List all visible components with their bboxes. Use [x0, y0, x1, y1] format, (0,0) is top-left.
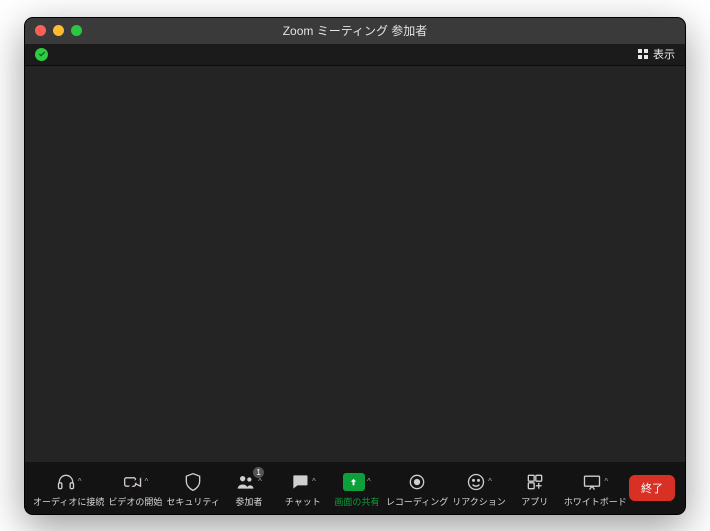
chat-label: チャット — [285, 498, 321, 507]
end-meeting-button[interactable]: 終了 — [629, 475, 675, 501]
reactions-button[interactable]: ^ リアクション — [450, 466, 508, 509]
whiteboard-label: ホワイトボード — [564, 498, 627, 507]
start-video-button[interactable]: ^ ビデオの開始 — [106, 466, 164, 509]
window-title: Zoom ミーティング 参加者 — [25, 22, 685, 39]
view-button[interactable]: 表示 — [637, 46, 675, 62]
chevron-up-icon: ^ — [312, 478, 316, 486]
chevron-up-icon: ^ — [78, 478, 82, 486]
participants-count-badge: 1 — [253, 467, 263, 478]
participants-label: 参加者 — [235, 498, 262, 507]
apps-button[interactable]: アプリ — [508, 466, 562, 509]
share-screen-button[interactable]: ^ 画面の共有 — [330, 466, 384, 509]
participants-button[interactable]: ^ 1 参加者 — [222, 466, 276, 509]
join-audio-label: オーディオに接続 — [33, 498, 104, 507]
security-label: セキュリティ — [166, 498, 219, 507]
record-button[interactable]: レコーディング — [384, 466, 450, 509]
meeting-toolbar: ^ オーディオに接続 ^ ビデオの開始 セキュリティ ^ 1 参加者 — [25, 462, 685, 514]
chevron-up-icon: ^ — [145, 478, 149, 486]
chevron-up-icon: ^ — [488, 478, 492, 486]
chevron-up-icon: ^ — [367, 478, 371, 486]
share-screen-icon — [343, 473, 365, 491]
titlebar: Zoom ミーティング 参加者 — [25, 18, 685, 44]
headphones-icon — [56, 472, 76, 492]
end-label: 終了 — [641, 483, 663, 495]
smile-icon — [466, 472, 486, 492]
record-label: レコーディング — [386, 498, 448, 507]
join-audio-button[interactable]: ^ オーディオに接続 — [31, 466, 106, 509]
window-controls — [35, 25, 82, 36]
fullscreen-window-button[interactable] — [71, 25, 82, 36]
start-video-label: ビデオの開始 — [108, 498, 162, 507]
share-screen-label: 画面の共有 — [334, 498, 379, 507]
chevron-up-icon: ^ — [604, 478, 608, 486]
record-icon — [407, 472, 427, 492]
video-area — [25, 66, 685, 462]
shield-icon — [183, 472, 203, 492]
encryption-shield-icon[interactable] — [35, 48, 48, 61]
whiteboard-icon — [582, 472, 602, 492]
grid-icon — [637, 48, 649, 60]
chat-icon — [290, 472, 310, 492]
close-window-button[interactable] — [35, 25, 46, 36]
app-window: Zoom ミーティング 参加者 表示 ^ オーディオに接続 ^ ビデオの開始 — [24, 17, 686, 515]
minimize-window-button[interactable] — [53, 25, 64, 36]
apps-label: アプリ — [521, 498, 548, 507]
chat-button[interactable]: ^ チャット — [276, 466, 330, 509]
view-label: 表示 — [653, 46, 675, 62]
whiteboard-button[interactable]: ^ ホワイトボード — [562, 466, 629, 509]
chevron-up-icon: ^ — [258, 478, 262, 486]
reactions-label: リアクション — [452, 498, 506, 507]
status-bar: 表示 — [25, 44, 685, 66]
security-button[interactable]: セキュリティ — [164, 466, 221, 509]
apps-icon — [525, 472, 545, 492]
